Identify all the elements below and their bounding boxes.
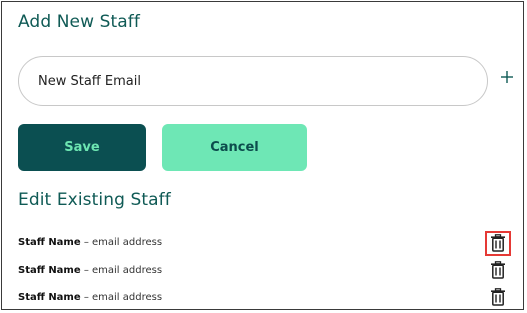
email-field[interactable] [18,56,488,106]
staff-email: – email address [80,237,163,248]
staff-name: Staff Name [18,265,81,276]
trash-icon[interactable] [490,288,506,306]
staff-panel: Add New Staff Save Cancel Edit Existing … [1,1,524,310]
staff-name: Staff Name [18,292,81,303]
add-staff-heading: Add New Staff [18,12,140,32]
staff-row: Staff Name – email address [18,265,162,276]
staff-row: Staff Name – email address [18,237,162,248]
plus-icon[interactable] [500,70,514,84]
save-button[interactable]: Save [18,124,146,171]
staff-row: Staff Name – email address [18,292,162,303]
staff-name: Staff Name [18,237,81,248]
email-input[interactable] [36,72,460,90]
trash-icon[interactable] [490,261,506,279]
staff-email: – email address [80,292,163,303]
staff-email: – email address [80,265,163,276]
edit-staff-heading: Edit Existing Staff [18,190,171,210]
trash-icon[interactable] [490,234,506,252]
cancel-button[interactable]: Cancel [162,124,307,171]
